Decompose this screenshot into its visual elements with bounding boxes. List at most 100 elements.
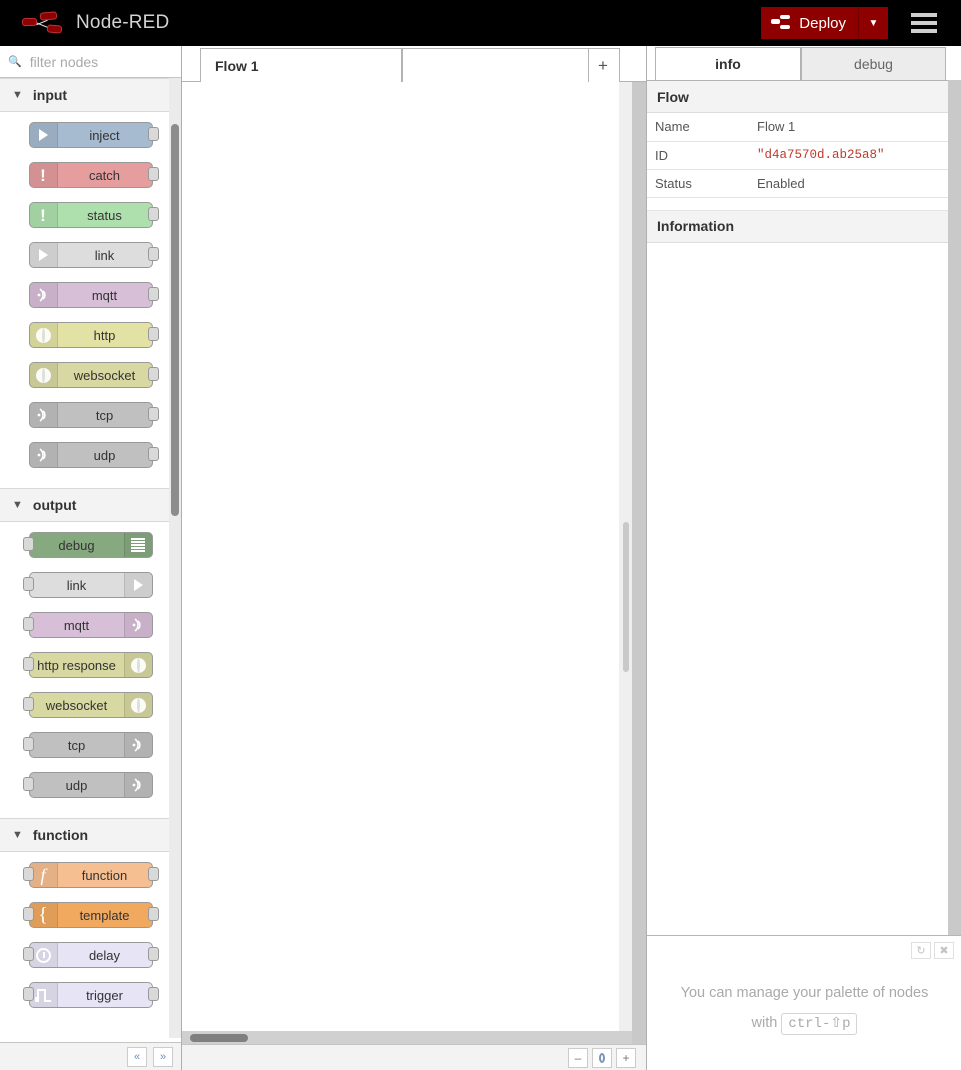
table-row: ID "d4a7570d.ab25a8"	[647, 141, 949, 170]
palette-node-mqtt[interactable]: mqtt	[28, 282, 159, 308]
node-input-port[interactable]	[22, 697, 34, 711]
palette-category-label: input	[32, 87, 68, 103]
palette-node-body: tcp	[28, 402, 153, 428]
palette-node-tcp[interactable]: tcp	[22, 732, 153, 758]
deploy-button[interactable]: Deploy	[761, 7, 858, 39]
chevron-down-icon: ▼	[12, 499, 23, 511]
palette-node-http[interactable]: http	[28, 322, 159, 348]
node-input-port[interactable]	[22, 617, 34, 631]
palette-node-tcp[interactable]: tcp	[28, 402, 159, 428]
palette-node-udp[interactable]: udp	[22, 772, 153, 798]
palette-node-label: udp	[65, 777, 88, 793]
canvas-horizontal-scrollbar-track[interactable]	[182, 1031, 632, 1044]
chevron-down-icon: ▼	[12, 829, 23, 841]
table-row: Status Enabled	[647, 169, 949, 198]
add-flow-button[interactable]: +	[586, 48, 620, 82]
palette-node-link[interactable]: link	[28, 242, 159, 268]
palette-node-body: debug	[28, 532, 153, 558]
node-output-port[interactable]	[147, 407, 159, 421]
refresh-icon[interactable]: ↻	[911, 942, 931, 959]
node-output-port[interactable]	[147, 127, 159, 141]
sidebar-scrollbar-track[interactable]	[948, 80, 961, 935]
palette-node-label: udp	[93, 447, 116, 463]
canvas-horizontal-scrollbar-thumb[interactable]	[190, 1034, 248, 1042]
palette-category-label: function	[32, 827, 89, 843]
palette-node-label: link	[66, 577, 87, 593]
node-output-port[interactable]	[147, 987, 159, 1001]
node-input-port[interactable]	[22, 907, 34, 921]
palette-node-label: tcp	[95, 407, 114, 423]
node-output-port[interactable]	[147, 247, 159, 261]
expand-all-button[interactable]: »	[153, 1046, 173, 1067]
palette-category-function[interactable]: ▼ function	[0, 818, 181, 852]
palette-scrollbar-track[interactable]	[169, 78, 181, 1038]
node-input-port[interactable]	[22, 777, 34, 791]
flow-tab-flow-1[interactable]: Flow 1	[200, 48, 402, 82]
node-input-port[interactable]	[22, 737, 34, 751]
palette-node-template[interactable]: {template	[22, 902, 159, 928]
palette-node-body: ! catch	[28, 162, 153, 188]
hamburger-menu-icon[interactable]	[903, 7, 945, 39]
zoom-out-button[interactable]: –	[568, 1047, 588, 1068]
inject-arrow-icon	[29, 123, 58, 147]
palette-node-status[interactable]: ! status	[28, 202, 159, 228]
function-f-icon: f	[29, 863, 58, 887]
flow-canvas[interactable]	[182, 82, 632, 1044]
property-value: Enabled	[743, 169, 949, 198]
node-palette: 🔍 ▼ input inject! catch! status link mqtt http w…	[0, 46, 182, 1070]
palette-node-link[interactable]: link	[22, 572, 153, 598]
palette-node-debug[interactable]: debug	[22, 532, 153, 558]
tab-debug[interactable]: debug	[801, 47, 946, 80]
deploy-group: Deploy ▼	[761, 7, 888, 39]
palette-node-inject[interactable]: inject	[28, 122, 159, 148]
palette-node-body: link	[28, 572, 153, 598]
node-output-port[interactable]	[147, 947, 159, 961]
debug-lines-icon	[123, 533, 152, 557]
palette-node-websocket[interactable]: websocket	[28, 362, 159, 388]
palette-node-label: http response	[37, 657, 116, 673]
palette-node-delay[interactable]: delay	[22, 942, 159, 968]
palette-scrollbar-thumb[interactable]	[171, 124, 179, 516]
node-output-port[interactable]	[147, 867, 159, 881]
right-sidebar: info debug Flow Name Flow 1 ID "d4a7570d…	[646, 46, 961, 1070]
palette-category-input[interactable]: ▼ input	[0, 78, 181, 112]
palette-node-function[interactable]: f function	[22, 862, 159, 888]
node-input-port[interactable]	[22, 537, 34, 551]
search-input[interactable]	[27, 52, 173, 71]
node-output-port[interactable]	[147, 327, 159, 341]
node-input-port[interactable]	[22, 947, 34, 961]
palette-node-mqtt[interactable]: mqtt	[22, 612, 153, 638]
canvas-footer-toolbar: – +	[182, 1044, 646, 1070]
zoom-in-button[interactable]: +	[616, 1047, 636, 1068]
palette-node-http-response[interactable]: http response	[22, 652, 153, 678]
palette-node-trigger[interactable]: trigger	[22, 982, 159, 1008]
close-icon[interactable]: ✖	[934, 942, 954, 959]
flow-tab-empty-slot	[402, 48, 589, 82]
palette-node-catch[interactable]: ! catch	[28, 162, 159, 188]
zoom-reset-button[interactable]	[592, 1047, 612, 1068]
node-input-port[interactable]	[22, 987, 34, 1001]
palette-node-label: template	[79, 907, 130, 923]
node-output-port[interactable]	[147, 367, 159, 381]
collapse-all-button[interactable]: «	[127, 1046, 147, 1067]
node-input-port[interactable]	[22, 867, 34, 881]
alert-bang-icon: !	[29, 203, 58, 227]
palette-node-udp[interactable]: udp	[28, 442, 159, 468]
node-input-port[interactable]	[22, 577, 34, 591]
information-section-header: Information	[647, 210, 949, 243]
node-output-port[interactable]	[147, 167, 159, 181]
tab-info-label: info	[715, 56, 741, 72]
node-input-port[interactable]	[22, 657, 34, 671]
palette-category-output[interactable]: ▼ output	[0, 488, 181, 522]
tab-info[interactable]: info	[655, 47, 801, 80]
canvas-vertical-scrollbar-thumb[interactable]	[623, 522, 629, 672]
palette-node-label: mqtt	[63, 617, 90, 633]
tip-controls: ↻ ✖	[911, 942, 954, 959]
palette-scroll-region[interactable]: ▼ input inject! catch! status link mqtt http web…	[0, 78, 181, 1038]
node-output-port[interactable]	[147, 907, 159, 921]
node-output-port[interactable]	[147, 447, 159, 461]
palette-node-websocket[interactable]: websocket	[22, 692, 153, 718]
node-output-port[interactable]	[147, 207, 159, 221]
node-output-port[interactable]	[147, 287, 159, 301]
deploy-dropdown-button[interactable]: ▼	[858, 7, 888, 39]
